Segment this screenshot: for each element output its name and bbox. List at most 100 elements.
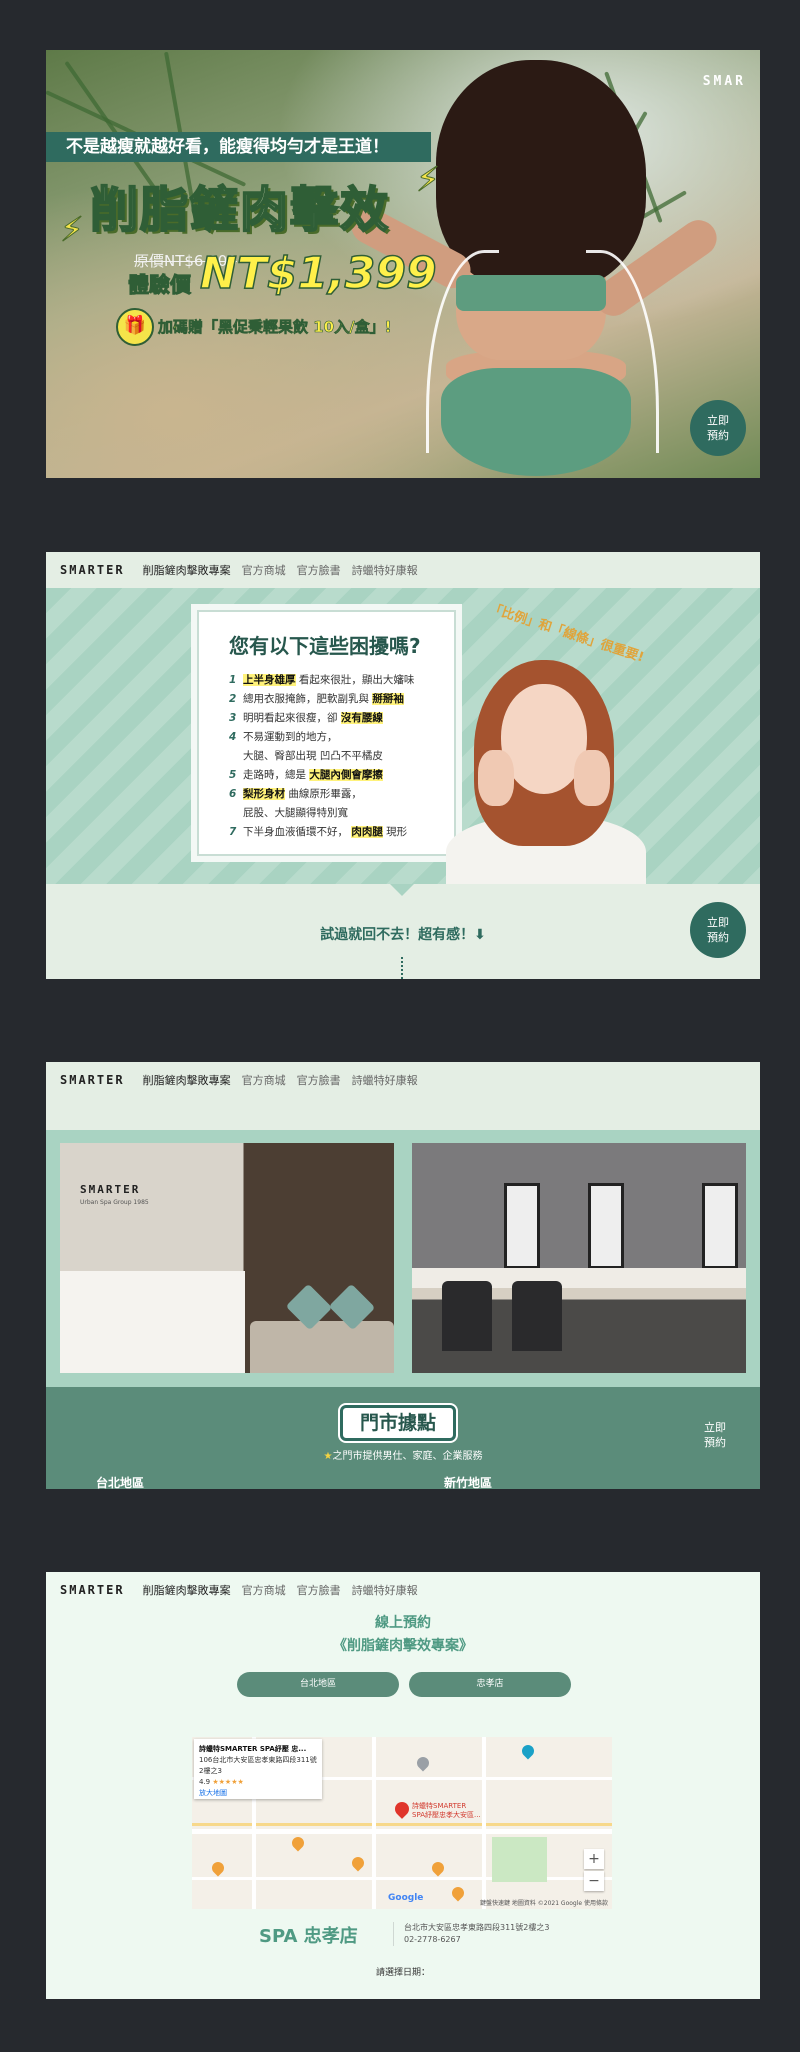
brand-logo[interactable]: SMARTER	[60, 1583, 125, 1597]
store-pin-label: 詩蠟特SMARTER SPA紓壓忠孝大安區...	[412, 1802, 481, 1819]
map-road	[482, 1737, 486, 1909]
map-road	[372, 1737, 376, 1909]
experience-price: NT$1,399	[199, 247, 437, 300]
enlarge-map-link[interactable]: 放大地圖	[199, 1788, 317, 1799]
wall-logo-sub: Urban Spa Group 1985	[80, 1199, 149, 1206]
problem-item: 2 總用衣服掩飾，肥軟副乳與 掰掰袖	[229, 693, 404, 705]
nav-item-project[interactable]: 削脂鏟肉擊敗專案	[143, 1582, 231, 1598]
reservation-title: 線上預約 《削脂鏟肉擊效專案》	[333, 1615, 473, 1654]
cta-text: 試過就回不去！超有感！⬇	[320, 927, 486, 943]
experience-price-label: 體驗價	[128, 273, 192, 298]
book-now-button[interactable]: 立即 預約	[690, 400, 746, 456]
top-nav: SMARTER 削脂鏟肉擊敗專案 官方商城 官方臉書 詩蠟特好康報	[46, 1572, 760, 1608]
pointer-triangle	[390, 884, 414, 896]
store-lobby-photo: SMARTER Urban Spa Group 1985	[60, 1143, 394, 1373]
nav-item-shop[interactable]: 官方商城	[242, 1072, 286, 1088]
book-now-label: 預約	[704, 1436, 726, 1449]
book-now-label: 立即	[707, 916, 729, 929]
nav-item-facebook[interactable]: 官方臉書	[297, 1582, 341, 1598]
place-card-address: 106台北市大安區忠孝東路四段311號	[199, 1756, 317, 1764]
hero-title: 削脂鏟肉擊效	[89, 181, 391, 239]
chair	[512, 1281, 562, 1351]
problem-item: 7 下半身血液循環不好， 肉肉腿 現形	[229, 826, 408, 838]
region-hsinchu[interactable]: 新竹地區	[444, 1474, 492, 1489]
store-name: SPA 忠孝店	[259, 1926, 358, 1947]
map-pin-icon	[289, 1834, 307, 1852]
book-now-button[interactable]: 立即 預約	[704, 1420, 726, 1450]
problem-item: 5 走路時，總是 大腿內側會摩擦	[229, 769, 383, 781]
store-select-button[interactable]: 忠孝店	[409, 1672, 571, 1697]
gift-text: 加碼贈「黑促秉輕果飲 10入/盒」!	[158, 318, 392, 337]
book-now-label: 預約	[707, 429, 729, 442]
problems-heading: 您有以下這些困擾嗎?	[229, 634, 421, 658]
map-pin-icon	[414, 1754, 432, 1772]
rating-stars-icon: ★★★★★	[212, 1778, 244, 1786]
region-taipei[interactable]: 台北地區	[96, 1474, 144, 1489]
brand-logo: SMAR	[702, 74, 746, 89]
map-pin-icon	[449, 1884, 467, 1902]
map-pin-icon	[209, 1859, 227, 1877]
problem-item: 屁股、大腿顯得特別寬	[243, 807, 348, 819]
lightning-icon: ⚡	[60, 210, 85, 251]
place-card-floor: 2樓之3	[199, 1767, 222, 1775]
nav-item-news[interactable]: 詩蠟特好康報	[352, 562, 418, 578]
nav-item-news[interactable]: 詩蠟特好康報	[352, 1582, 418, 1598]
down-arrow-icon: ⬇	[474, 927, 486, 943]
map-park	[492, 1837, 547, 1882]
mirror	[702, 1183, 738, 1269]
problems-list: 1 上半身雄厚 看起來很壯，顯出大嬸味 2 總用衣服掩飾，肥軟副乳與 掰掰袖 3 明明…	[199, 671, 454, 842]
date-select-label: 請選擇日期：	[375, 1968, 430, 1978]
nav-item-news[interactable]: 詩蠟特好康報	[352, 1072, 418, 1088]
top-nav: SMARTER 削脂鏟肉擊敗專案 官方商城 官方臉書 詩蠟特好康報	[46, 552, 760, 588]
wall-logo: SMARTER	[80, 1183, 141, 1196]
problem-item: 1 上半身雄厚 看起來很壯，顯出大嬸味	[229, 674, 415, 686]
region-select-button[interactable]: 台北地區	[237, 1672, 399, 1697]
gift-icon: 🎁	[116, 308, 154, 346]
nav-item-shop[interactable]: 官方商城	[242, 562, 286, 578]
hero-tagline: 不是越瘦就越好看，能瘦得均勻才是王道！	[46, 132, 431, 162]
map-footer[interactable]: 鍵盤快速鍵 地圖資料 ©2021 Google 使用條款	[480, 1898, 608, 1907]
brand-logo[interactable]: SMARTER	[60, 1073, 125, 1087]
problems-section: SMARTER 削脂鏟肉擊敗專案 官方商城 官方臉書 詩蠟特好康報 您有以下這些…	[46, 552, 760, 979]
problem-item: 4 不易運動到的地方，	[229, 731, 338, 743]
google-logo: Google	[388, 1893, 424, 1903]
problem-item: 3 明明看起來很瘦，卻 沒有腰線	[229, 712, 383, 724]
book-now-label: 立即	[704, 1421, 726, 1434]
zoom-in-button[interactable]: +	[584, 1849, 604, 1869]
reservation-section: SMARTER 削脂鏟肉擊敗專案 官方商城 官方臉書 詩蠟特好康報 線上預約 《…	[46, 1572, 760, 1999]
nav-item-facebook[interactable]: 官方臉書	[297, 1072, 341, 1088]
place-card-title: 詩蠟特SMARTER SPA紓壓 忠...	[199, 1745, 307, 1753]
map-place-card: 詩蠟特SMARTER SPA紓壓 忠... 106台北市大安區忠孝東路四段311…	[194, 1739, 322, 1799]
zoom-out-button[interactable]: −	[584, 1871, 604, 1891]
nav-item-shop[interactable]: 官方商城	[242, 1582, 286, 1598]
store-vanity-photo	[412, 1143, 746, 1373]
model-photo	[574, 750, 610, 806]
map-pin-icon	[429, 1859, 447, 1877]
reception-desk	[60, 1271, 245, 1373]
hero-banner: SMAR 不是越瘦就越好看，能瘦得均勻才是王道！ ⚡ 削脂鏟肉擊效 ⚡ 原價NT…	[46, 50, 760, 478]
stores-subtitle: ★之門市提供男仕、家庭、企業服務	[323, 1451, 483, 1462]
mirror	[504, 1183, 540, 1269]
map-pin-icon	[349, 1854, 367, 1872]
book-now-label: 預約	[707, 931, 729, 944]
stores-title: 門市據點	[340, 1405, 456, 1441]
nav-item-project[interactable]: 削脂鏟肉擊敗專案	[143, 1072, 231, 1088]
problems-card: 您有以下這些困擾嗎? 1 上半身雄厚 看起來很壯，顯出大嬸味 2 總用衣服掩飾，肥軟…	[197, 610, 456, 856]
sofa	[250, 1321, 394, 1373]
problem-item: 大腿、臀部出現 凹凸不平橘皮	[243, 750, 383, 762]
map-pin-icon	[519, 1742, 537, 1760]
nav-item-project[interactable]: 削脂鏟肉擊敗專案	[143, 562, 231, 578]
book-now-button[interactable]: 立即 預約	[690, 902, 746, 958]
chair	[442, 1281, 492, 1351]
nav-item-facebook[interactable]: 官方臉書	[297, 562, 341, 578]
mirror	[588, 1183, 624, 1269]
brand-logo[interactable]: SMARTER	[60, 563, 125, 577]
problem-item: 6 梨形身材 曲線原形畢露，	[229, 788, 362, 800]
scroll-indicator	[401, 957, 405, 979]
store-location-pin-icon[interactable]	[392, 1799, 412, 1819]
google-map[interactable]: 詩蠟特SMARTER SPA紓壓忠孝大安區... 詩蠟特SMARTER SPA紓…	[192, 1737, 612, 1909]
model-photo	[478, 750, 514, 806]
place-card-rating: 4.9 ★★★★★	[199, 1778, 244, 1786]
store-address: 台北市大安區忠孝東路四段311號2樓之3 02-2778-6267	[393, 1922, 549, 1946]
top-nav: SMARTER 削脂鏟肉擊敗專案 官方商城 官方臉書 詩蠟特好康報	[46, 1062, 760, 1098]
